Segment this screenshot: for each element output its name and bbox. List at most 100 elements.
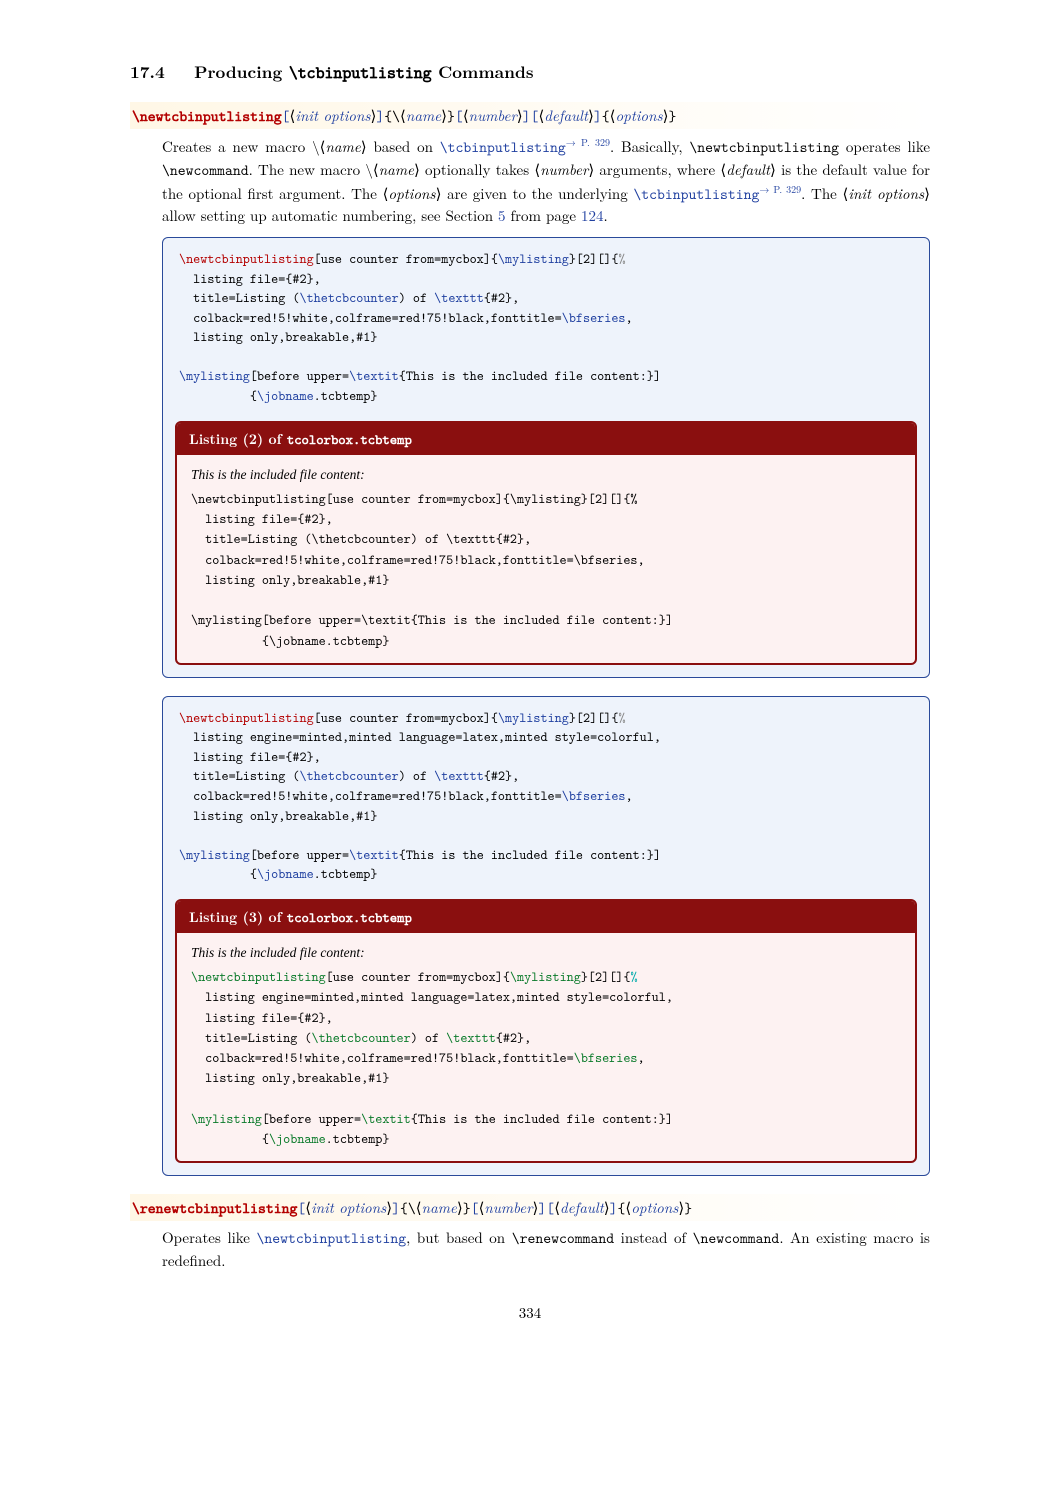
tok: .tcbtemp} [314, 865, 378, 883]
output-listing-2: Listing (3) of tcolorbox.tcbtemp This is… [175, 899, 917, 1164]
link-section[interactable]: 5 [498, 205, 506, 226]
tok: {#2}, [484, 289, 519, 307]
tok: }[2][]{ [569, 250, 619, 268]
line: listing only,breakable,#1} [191, 571, 389, 589]
section-heading: 17.4 Producing \tcbinputlisting Commands [130, 60, 930, 84]
command-signature-new: \newtcbinputlisting[⟨init options⟩]{\⟨na… [130, 102, 930, 129]
t: . The [801, 183, 842, 204]
tok: listing file={#2}, [179, 748, 321, 766]
arg-options: options [616, 105, 663, 126]
line: {\jobname.tcbtemp} [191, 632, 389, 650]
section-title-cmd: \tcbinputlisting [289, 62, 432, 84]
line: title=Listing (\thetcbcounter) of \textt… [191, 530, 531, 548]
command-signature-renew: \renewtcbinputlisting[⟨init options⟩]{\⟨… [130, 1194, 930, 1221]
tok: \texttt [434, 289, 484, 307]
tok: [use counter from=mycbox]{ [314, 250, 498, 268]
tok: title=Listing ( [191, 1029, 312, 1047]
tok: ) of [399, 289, 434, 307]
page-ref[interactable]: → P. 329 [759, 182, 801, 196]
tok: {This is the included file content:}] [399, 846, 661, 864]
tok: }[2][]{ [581, 968, 631, 986]
t: arguments, where [594, 159, 720, 180]
link-tcbinputlisting[interactable]: \tcbinputlisting [440, 137, 566, 157]
description-new: Creates a new macro \⟨name⟩ based on \tc… [162, 135, 930, 227]
tok: \bfseries [562, 309, 626, 327]
tok: {#2}, [496, 1029, 531, 1047]
tok: , [626, 309, 633, 327]
listing-intro: This is the included file content: [191, 465, 901, 485]
tok: % [630, 968, 637, 986]
t: tcolorbox.tcbtemp [287, 909, 412, 927]
tok: \thetcbcounter [300, 767, 399, 785]
tok: \mylisting [498, 709, 569, 727]
tok: \bfseries [562, 787, 626, 805]
arg-init: init options [311, 1197, 386, 1218]
example-box-2: \newtcbinputlisting[use counter from=myc… [162, 696, 930, 1177]
tok: colback=red!5!white,colframe=red!75!blac… [191, 1049, 574, 1067]
tok: \newtcbinputlisting [179, 250, 314, 268]
t: Listing (2) of [189, 429, 287, 449]
listing-intro: This is the included file content: [191, 943, 901, 963]
example-box-1: \newtcbinputlisting[use counter from=myc… [162, 237, 930, 678]
t: \newcommand [693, 1228, 780, 1248]
listing-title: Listing (2) of tcolorbox.tcbtemp [177, 423, 915, 455]
t: instead of [614, 1227, 693, 1248]
tok: \bfseries [574, 1049, 638, 1067]
description-renew: Operates like \newtcbinputlisting, but b… [162, 1227, 930, 1272]
link-page[interactable]: 124 [581, 205, 604, 226]
output-listing-1: Listing (2) of tcolorbox.tcbtemp This is… [175, 421, 917, 665]
tok: \thetcbcounter [312, 1029, 411, 1047]
line: colback=red!5!white,colframe=red!75!blac… [191, 551, 645, 569]
tok: listing engine=minted,minted language=la… [191, 988, 673, 1006]
t: optionally takes [420, 159, 535, 180]
link-tcbinputlisting[interactable]: \tcbinputlisting [633, 184, 759, 204]
listing-body: This is the included file content: \newt… [177, 455, 915, 663]
t: \newtcbinputlisting [689, 137, 839, 157]
tok: colback=red!5!white,colframe=red!75!blac… [179, 309, 562, 327]
t: from page [506, 205, 581, 226]
tok: { [179, 865, 257, 883]
tok: ) of [411, 1029, 446, 1047]
cmd-name: \renewtcbinputlisting [132, 1198, 297, 1218]
page-ref[interactable]: → P. 329 [566, 135, 610, 149]
tok: [before upper= [250, 367, 349, 385]
tok: .tcbtemp} [326, 1130, 390, 1148]
arg-default: default [544, 105, 588, 126]
tok: colback=red!5!white,colframe=red!75!blac… [179, 787, 562, 805]
tok: % [618, 709, 625, 727]
tok: \mylisting [510, 968, 581, 986]
tok: \thetcbcounter [300, 289, 399, 307]
t: \renewcommand [512, 1228, 614, 1248]
t: are given to the underlying [441, 183, 633, 204]
t: options [388, 183, 435, 204]
tok: \textit [349, 846, 399, 864]
tok: \texttt [434, 767, 484, 785]
t: Listing (3) of [189, 907, 287, 927]
tok: [use counter from=mycbox]{ [314, 709, 498, 727]
example-source: \newtcbinputlisting[use counter from=myc… [163, 238, 929, 421]
tok: , [638, 1049, 645, 1067]
tok: \mylisting [179, 846, 250, 864]
tok: \mylisting [191, 1110, 262, 1128]
tok: }[2][]{ [569, 709, 619, 727]
tok: title=Listing ( [179, 767, 300, 785]
t: number [540, 159, 588, 180]
tok: {This is the included file content:}] [411, 1110, 673, 1128]
cmd-name: \newtcbinputlisting [132, 106, 282, 126]
arg-number: number [484, 1197, 532, 1218]
t: tcolorbox.tcbtemp [287, 431, 412, 449]
t: operates like [839, 136, 930, 157]
arg-number: number [469, 105, 517, 126]
tok: \newtcbinputlisting [179, 709, 314, 727]
t: default [726, 159, 770, 180]
listing-title: Listing (3) of tcolorbox.tcbtemp [177, 901, 915, 933]
arg-init: init options [295, 105, 370, 126]
t: name [325, 136, 360, 157]
tok: \texttt [446, 1029, 496, 1047]
arg-default: default [560, 1197, 604, 1218]
link-newtcbinputlisting[interactable]: \newtcbinputlisting [257, 1228, 407, 1248]
t: . Basically, [610, 136, 689, 157]
tok: \mylisting [179, 367, 250, 385]
t: name [379, 159, 414, 180]
tok: listing engine=minted,minted language=la… [179, 728, 661, 746]
